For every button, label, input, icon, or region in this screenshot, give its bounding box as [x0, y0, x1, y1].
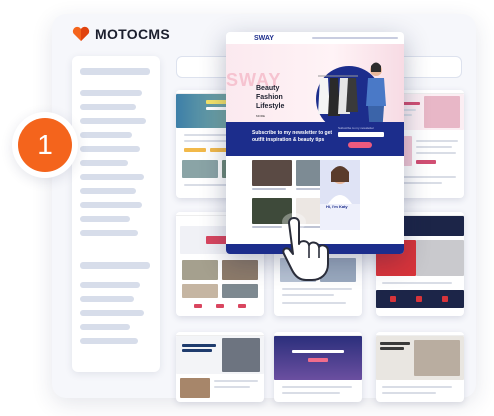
clothes-rack-image	[318, 75, 358, 116]
filter-sidebar	[72, 56, 160, 372]
step-number: 1	[18, 118, 72, 172]
subscribe-button[interactable]	[348, 142, 372, 148]
newsletter-label: Subscribe to my newsletter	[338, 126, 375, 130]
author-greeting: Hi, I'm Katy	[326, 204, 348, 209]
sidebar-item[interactable]	[80, 132, 132, 138]
newsletter-email-field[interactable]	[338, 132, 384, 137]
sidebar-item[interactable]	[80, 188, 136, 194]
template-thumbnail[interactable]	[274, 332, 362, 402]
step-badge: 1	[12, 112, 78, 178]
sidebar-item[interactable]	[80, 160, 128, 166]
sidebar-heading	[80, 68, 150, 75]
stage: MOTOCMS 1 SWAY SWAY Beauty Fashion Lifes…	[0, 0, 494, 416]
blog-caption	[252, 188, 286, 190]
sidebar-item[interactable]	[80, 174, 144, 180]
preview-brand: SWAY	[254, 35, 274, 42]
brand-name: MOTOCMS	[95, 26, 170, 42]
newsletter-heading: Subscribe to my newsletter to get outfit…	[252, 130, 333, 143]
sidebar-item[interactable]	[80, 310, 144, 316]
preview-navbar: SWAY	[226, 32, 404, 44]
sidebar-item[interactable]	[80, 338, 138, 344]
hand-pointer-icon	[282, 213, 329, 281]
sidebar-item[interactable]	[80, 324, 130, 330]
author-portrait	[320, 160, 360, 204]
sidebar-item[interactable]	[80, 296, 134, 302]
sidebar-item[interactable]	[80, 202, 142, 208]
preview-nav-links	[312, 37, 398, 39]
motocms-logo[interactable]: MOTOCMS	[72, 26, 170, 42]
sidebar-item[interactable]	[80, 230, 138, 236]
sidebar-item[interactable]	[80, 90, 142, 96]
sidebar-item[interactable]	[80, 146, 140, 152]
heart-logo-icon	[72, 26, 90, 41]
template-thumbnail[interactable]	[176, 332, 264, 402]
sidebar-item[interactable]	[80, 216, 130, 222]
sidebar-heading	[80, 262, 150, 269]
blog-image[interactable]	[252, 160, 292, 186]
sidebar-item[interactable]	[80, 118, 146, 124]
preview-hero: SWAY Beauty Fashion Lifestyle MORE	[226, 44, 404, 134]
hero-more-link[interactable]: MORE	[256, 114, 265, 118]
sidebar-item[interactable]	[80, 104, 136, 110]
hero-title: Beauty Fashion Lifestyle	[256, 85, 285, 110]
blog-caption	[252, 226, 282, 228]
template-thumbnail[interactable]	[376, 332, 464, 402]
newsletter-banner: Subscribe to my newsletter to get outfit…	[226, 122, 404, 156]
sidebar-item[interactable]	[80, 282, 140, 288]
